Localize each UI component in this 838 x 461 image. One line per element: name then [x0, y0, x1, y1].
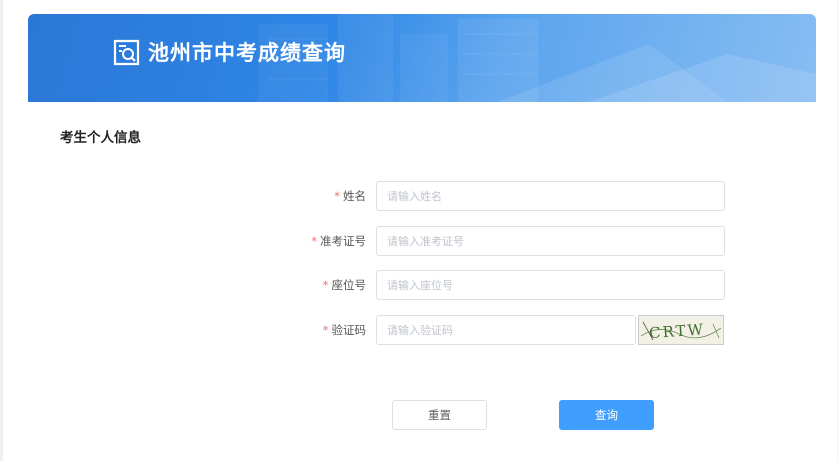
- header-banner: 池州市中考成绩查询: [28, 14, 816, 102]
- captcha-label: * 验证码: [284, 315, 366, 345]
- exam-number-label-text: 准考证号: [320, 234, 366, 248]
- captcha-graphic: CRTW: [639, 316, 723, 344]
- form-row-name: * 姓名: [284, 181, 734, 211]
- required-mark: *: [322, 278, 329, 292]
- page-title: 池州市中考成绩查询: [148, 41, 346, 65]
- seat-number-label: * 座位号: [284, 270, 366, 300]
- name-input[interactable]: [376, 181, 725, 211]
- section-title: 考生个人信息: [60, 130, 141, 146]
- form-row-captcha: *验证码 CRTW: [284, 315, 734, 345]
- search-document-icon: [113, 39, 140, 65]
- required-mark: *: [334, 189, 340, 203]
- query-button[interactable]: 查询: [559, 400, 654, 430]
- seat-number-input[interactable]: [376, 270, 725, 300]
- form-row-seat-number: * 座位号: [284, 270, 734, 300]
- page: 池州市中考成绩查询 考生个人信息 *姓名 *准考证号 *座位号: [0, 0, 838, 461]
- query-card: 池州市中考成绩查询 考生个人信息 *姓名 *准考证号 *座位号: [28, 14, 816, 461]
- required-mark: *: [322, 323, 329, 337]
- captcha-label-text: 验证码: [331, 323, 367, 337]
- seat-number-label-text: 座位号: [331, 278, 367, 292]
- exam-number-input[interactable]: [376, 226, 725, 256]
- required-mark: *: [311, 234, 317, 248]
- captcha-image[interactable]: CRTW: [638, 315, 724, 345]
- name-label: * 姓名: [284, 181, 366, 211]
- reset-button[interactable]: 重置: [392, 400, 487, 430]
- name-label-text: 姓名: [343, 189, 366, 203]
- brand: 池州市中考成绩查询: [113, 37, 346, 67]
- left-divider: [0, 0, 3, 461]
- form-row-exam-number: * 准考证号: [284, 226, 734, 256]
- captcha-input[interactable]: [376, 315, 636, 345]
- exam-number-label: * 准考证号: [284, 226, 366, 256]
